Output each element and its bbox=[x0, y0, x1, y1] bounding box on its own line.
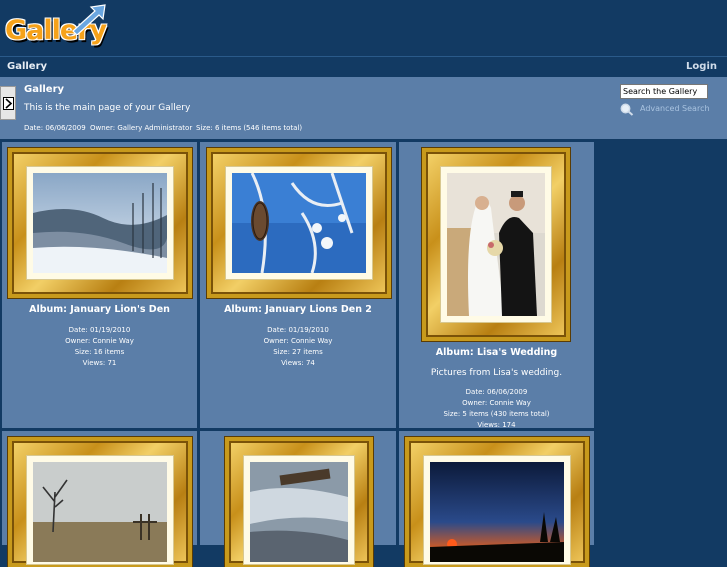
album-views: Views: 174 bbox=[477, 421, 516, 429]
page-description: This is the main page of your Gallery bbox=[24, 103, 191, 113]
album-date: Date: 06/06/2009 bbox=[465, 388, 528, 396]
album-card[interactable]: Album: January Lion's Den Date: 01/19/20… bbox=[2, 142, 197, 428]
album-owner: Owner: Connie Way bbox=[65, 337, 134, 345]
album-card[interactable]: Album: January Lions Den 2 Date: 01/19/2… bbox=[200, 142, 396, 428]
album-views: Views: 71 bbox=[82, 359, 117, 367]
album-card[interactable] bbox=[200, 431, 396, 567]
snowy-forest-valley-icon bbox=[33, 173, 167, 273]
navbar: Gallery Login bbox=[0, 56, 727, 77]
frozen-creek-icon bbox=[250, 462, 348, 562]
sunset-horizon-icon bbox=[430, 462, 564, 562]
album-thumbnail[interactable] bbox=[225, 437, 373, 567]
page-title: Gallery bbox=[24, 84, 65, 95]
album-card[interactable] bbox=[2, 431, 197, 567]
page-owner: Owner: Gallery Administrator bbox=[90, 124, 193, 132]
album-owner: Owner: Connie Way bbox=[263, 337, 333, 345]
album-date: Date: 01/19/2010 bbox=[267, 326, 329, 334]
logo-arrow-icon bbox=[72, 4, 106, 35]
thumbnail-mat bbox=[440, 166, 552, 323]
thumbnail-mat bbox=[423, 455, 571, 565]
album-title[interactable]: Album: Lisa's Wedding bbox=[399, 347, 594, 358]
page-date: Date: 06/06/2009 bbox=[24, 124, 86, 132]
album-size: Size: 27 items bbox=[273, 348, 323, 356]
foggy-field-tree-icon bbox=[33, 462, 167, 562]
login-link[interactable]: Login bbox=[686, 61, 717, 72]
album-title[interactable]: Album: January Lion's Den bbox=[2, 304, 197, 315]
album-thumbnail[interactable] bbox=[405, 437, 589, 567]
expand-arrow-icon bbox=[3, 97, 14, 110]
album-description: Pictures from Lisa's wedding. bbox=[430, 368, 563, 378]
frosted-pine-cones-icon bbox=[232, 173, 366, 273]
album-owner: Owner: Connie Way bbox=[462, 399, 531, 407]
thumbnail-mat bbox=[225, 166, 373, 280]
album-size: Size: 5 items (430 items total) bbox=[443, 410, 550, 418]
album-thumbnail[interactable] bbox=[8, 437, 192, 567]
album-title[interactable]: Album: January Lions Den 2 bbox=[200, 304, 396, 315]
magnifier-icon bbox=[620, 103, 634, 116]
breadcrumb-gallery[interactable]: Gallery bbox=[7, 61, 47, 72]
page-size: Size: 6 items (546 items total) bbox=[196, 124, 303, 132]
album-date: Date: 01/19/2010 bbox=[68, 326, 131, 334]
thumbnail-mat bbox=[26, 455, 174, 565]
album-thumbnail[interactable] bbox=[207, 148, 391, 298]
thumbnail-mat bbox=[243, 455, 355, 565]
album-thumbnail[interactable] bbox=[8, 148, 192, 298]
album-grid: Album: January Lion's Den Date: 01/19/20… bbox=[0, 140, 595, 567]
sidebar-toggle-button[interactable] bbox=[0, 86, 16, 120]
thumbnail-mat bbox=[26, 166, 174, 280]
album-size: Size: 16 items bbox=[74, 348, 125, 356]
album-views: Views: 74 bbox=[281, 359, 315, 367]
album-card[interactable] bbox=[399, 431, 594, 567]
album-card[interactable]: Album: Lisa's Wedding Pictures from Lisa… bbox=[399, 142, 594, 429]
search-input[interactable] bbox=[620, 84, 708, 99]
advanced-search-link[interactable]: Advanced Search bbox=[640, 104, 710, 113]
album-thumbnail[interactable] bbox=[422, 148, 570, 341]
header: Gallery bbox=[0, 0, 727, 56]
gallery-logo[interactable]: Gallery bbox=[5, 3, 107, 51]
wedding-couple-icon bbox=[447, 173, 545, 316]
album-info-panel: Gallery This is the main page of your Ga… bbox=[0, 77, 727, 139]
